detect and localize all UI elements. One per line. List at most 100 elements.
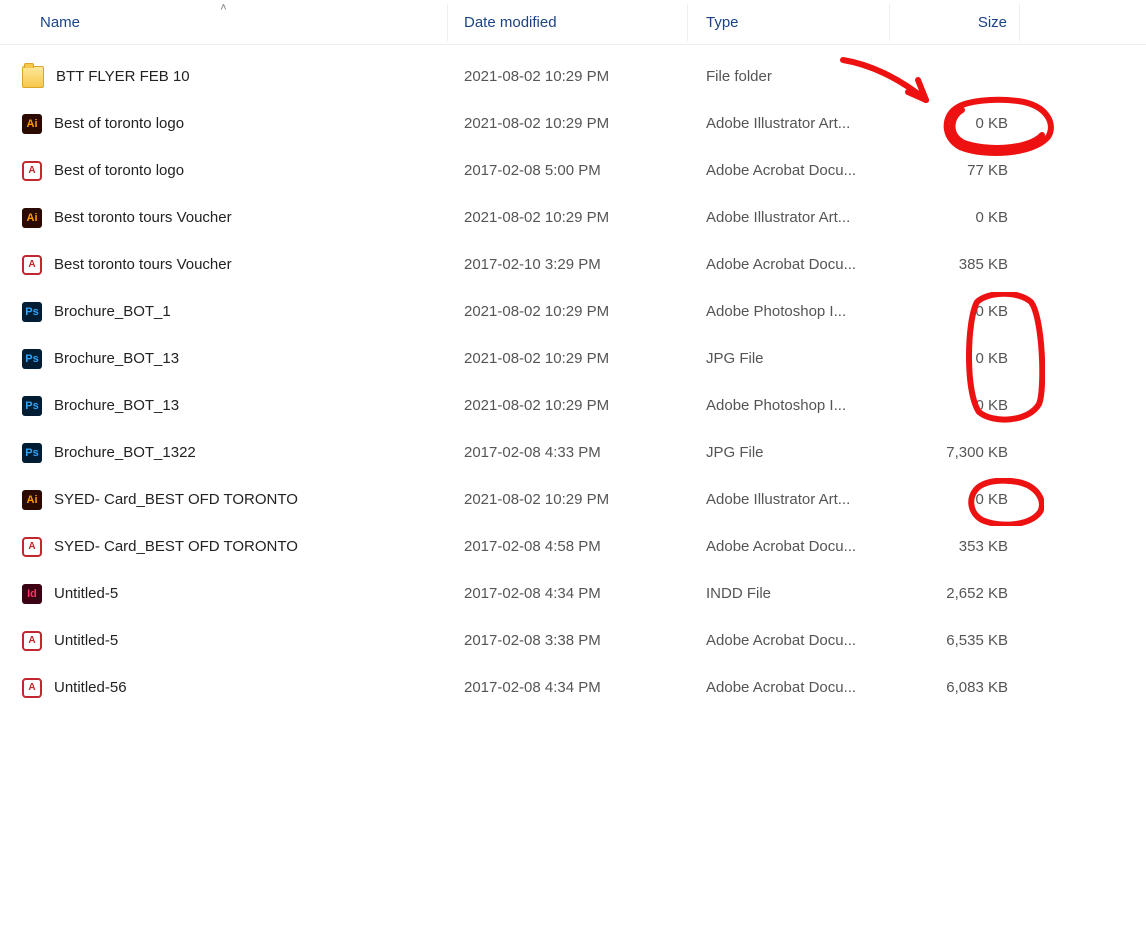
file-name-label: BTT FLYER FEB 10 [56,68,190,85]
table-row[interactable]: A Untitled-5 2017-02-08 3:38 PMAdobe Acrob… [0,617,1146,664]
table-row[interactable]: A Best toronto tours Voucher 2017-02-10 3:… [0,241,1146,288]
file-name-label: SYED- Card_BEST OFD TORONTO [54,538,298,555]
ps-icon: Ps [22,302,42,322]
cell-name: BTT FLYER FEB 10 [0,66,448,88]
cell-date: 2017-02-08 5:00 PM [448,162,688,179]
cell-date: 2021-08-02 10:29 PM [448,350,688,367]
cell-name: Ps Brochure_BOT_13 [0,396,448,416]
cell-type: Adobe Acrobat Docu... [688,679,890,696]
table-row[interactable]: Ai Best toronto tours Voucher 2021-08-02 1… [0,194,1146,241]
cell-date: 2017-02-08 4:33 PM [448,444,688,461]
folder-icon [22,66,44,88]
file-name-label: Best of toronto logo [54,162,184,179]
cell-date: 2017-02-08 3:38 PM [448,632,688,649]
cell-size: 6,535 KB [890,632,1020,649]
pdf-icon: A [22,678,42,698]
file-name-label: Best toronto tours Voucher [54,256,232,273]
cell-size: 385 KB [890,256,1020,273]
cell-date: 2021-08-02 10:29 PM [448,491,688,508]
column-header-name-label: Name [40,14,80,31]
cell-size: 0 KB [890,209,1020,226]
column-header-type[interactable]: Type [688,4,890,41]
column-header-row: ˄ Name Date modified Type Size [0,0,1146,45]
cell-date: 2017-02-10 3:29 PM [448,256,688,273]
cell-date: 2021-08-02 10:29 PM [448,68,688,85]
table-row[interactable]: Ai Best of toronto logo 2021-08-02 10:29 P… [0,100,1146,147]
table-row[interactable]: Ps Brochure_BOT_1 2021-08-02 10:29 PMAdobe… [0,288,1146,335]
cell-size: 7,300 KB [890,444,1020,461]
table-row[interactable]: Id Untitled-5 2017-02-08 4:34 PMINDD File2… [0,570,1146,617]
pdf-icon: A [22,631,42,651]
table-row[interactable]: ASYED- Card_BEST OFD TORONTO2017-02-08 4… [0,523,1146,570]
ai-icon: Ai [22,114,42,134]
ps-icon: Ps [22,443,42,463]
cell-size: 0 KB [890,350,1020,367]
sort-indicator-icon: ˄ [220,2,226,14]
cell-type: Adobe Acrobat Docu... [688,162,890,179]
column-header-date[interactable]: Date modified [448,4,688,41]
table-row[interactable]: AUntitled-562017-02-08 4:34 PMAdobe Acro… [0,664,1146,711]
table-row[interactable]: Ps Brochure_BOT_13 2021-08-02 10:29 PMAdob… [0,382,1146,429]
cell-type: Adobe Acrobat Docu... [688,538,890,555]
pdf-icon: A [22,537,42,557]
table-row[interactable]: A Best of toronto logo 2017-02-08 5:00 PMA… [0,147,1146,194]
cell-name: A SYED- Card_BEST OFD TORONTO [0,537,448,557]
cell-type: Adobe Photoshop I... [688,303,890,320]
pdf-icon: A [22,255,42,275]
cell-type: Adobe Illustrator Art... [688,491,890,508]
file-list: BTT FLYER FEB 102021-08-02 10:29 PMFile … [0,45,1146,711]
cell-date: 2021-08-02 10:29 PM [448,115,688,132]
ai-icon: Ai [22,208,42,228]
id-icon: Id [22,584,42,604]
file-name-label: Brochure_BOT_13 [54,397,179,414]
cell-name: Ps Brochure_BOT_1 [0,302,448,322]
table-row[interactable]: BTT FLYER FEB 10 2021-08-02 10:29 PMFile … [0,53,1146,100]
file-name-label: SYED- Card_BEST OFD TORONTO [54,491,298,508]
cell-type: JPG File [688,444,890,461]
cell-date: 2021-08-02 10:29 PM [448,303,688,320]
file-name-label: Best of toronto logo [54,115,184,132]
ps-icon: Ps [22,349,42,369]
cell-size: 0 KB [890,397,1020,414]
cell-name: Id Untitled-5 [0,584,448,604]
file-name-label: Brochure_BOT_13 [54,350,179,367]
cell-type: Adobe Photoshop I... [688,397,890,414]
column-header-size[interactable]: Size [890,4,1020,41]
cell-type: INDD File [688,585,890,602]
cell-type: JPG File [688,350,890,367]
table-row[interactable]: Ps Brochure_BOT_1322 2017-02-08 4:33 PMJPG… [0,429,1146,476]
cell-size: 0 KB [890,491,1020,508]
cell-name: Ai Best toronto tours Voucher [0,208,448,228]
column-header-name[interactable]: ˄ Name [0,4,448,41]
ai-icon: Ai [22,490,42,510]
cell-size: 77 KB [890,162,1020,179]
cell-size: 0 KB [890,115,1020,132]
table-row[interactable]: Ai SYED- Card_BEST OFD TORONTO 2021-08-02 … [0,476,1146,523]
cell-name: AUntitled-56 [0,678,448,698]
cell-name: A Untitled-5 [0,631,448,651]
file-name-label: Untitled-5 [54,585,118,602]
cell-size: 6,083 KB [890,679,1020,696]
file-name-label: Untitled-5 [54,632,118,649]
cell-name: Ai Best of toronto logo [0,114,448,134]
cell-date: 2017-02-08 4:34 PM [448,585,688,602]
cell-type: Adobe Illustrator Art... [688,115,890,132]
table-row[interactable]: Ps Brochure_BOT_13 2021-08-02 10:29 PMJPG … [0,335,1146,382]
cell-size: 0 KB [890,303,1020,320]
cell-date: 2021-08-02 10:29 PM [448,397,688,414]
cell-date: 2021-08-02 10:29 PM [448,209,688,226]
cell-name: Ps Brochure_BOT_13 [0,349,448,369]
file-name-label: Best toronto tours Voucher [54,209,232,226]
cell-type: File folder [688,68,890,85]
cell-name: Ps Brochure_BOT_1322 [0,443,448,463]
cell-date: 2017-02-08 4:34 PM [448,679,688,696]
file-name-label: Brochure_BOT_1 [54,303,171,320]
cell-size: 353 KB [890,538,1020,555]
cell-size: 2,652 KB [890,585,1020,602]
file-name-label: Brochure_BOT_1322 [54,444,196,461]
ps-icon: Ps [22,396,42,416]
pdf-icon: A [22,161,42,181]
cell-name: A Best of toronto logo [0,161,448,181]
cell-type: Adobe Illustrator Art... [688,209,890,226]
cell-type: Adobe Acrobat Docu... [688,632,890,649]
